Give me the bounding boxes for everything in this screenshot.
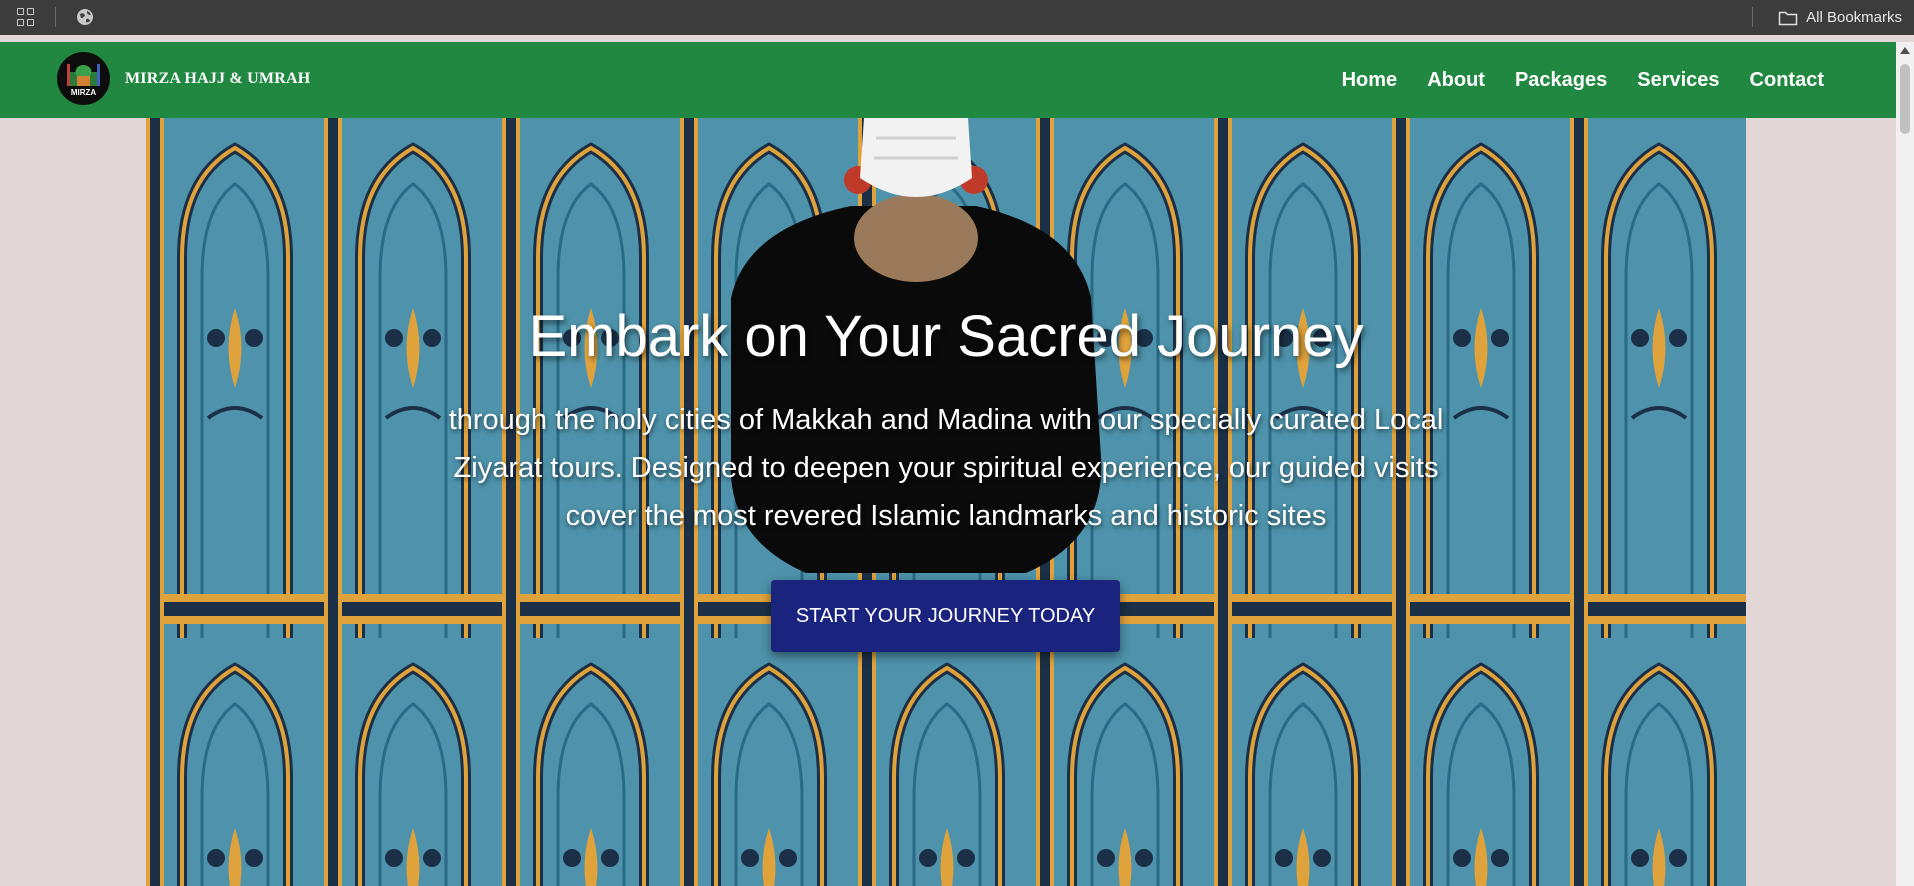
scroll-thumb[interactable] <box>1900 64 1910 134</box>
site-logo[interactable]: MIRZA <box>57 52 110 105</box>
hero-description: through the holy cities of Makkah and Ma… <box>448 404 1444 532</box>
logo-wordmark: MIRZA <box>71 88 97 97</box>
nav-links: Home About Packages Services Contact <box>1342 42 1824 118</box>
nav-packages-link[interactable]: Packages <box>1515 69 1607 92</box>
all-bookmarks-label: All Bookmarks <box>1806 9 1902 26</box>
scroll-up-arrow-icon[interactable] <box>1900 47 1910 54</box>
nav-home-link[interactable]: Home <box>1342 69 1398 92</box>
folder-icon <box>1778 11 1798 25</box>
brand-name[interactable]: MIRZA HAJJ & UMRAH <box>125 70 310 88</box>
bar-divider <box>1752 7 1753 27</box>
globe-icon[interactable] <box>76 8 94 26</box>
browser-bookmarks-bar: All Bookmarks <box>0 0 1914 35</box>
hero-section: Embark on Your Sacred Journey through th… <box>146 118 1746 886</box>
start-journey-button[interactable]: START YOUR JOURNEY TODAY <box>771 580 1120 652</box>
apps-grid-icon[interactable] <box>17 8 35 26</box>
hero-content: Embark on Your Sacred Journey through th… <box>146 118 1746 886</box>
all-bookmarks-button[interactable]: All Bookmarks <box>1778 0 1902 35</box>
mosque-logo-icon: MIRZA <box>67 64 100 97</box>
nav-contact-link[interactable]: Contact <box>1750 69 1824 92</box>
site-navbar: MIRZA MIRZA HAJJ & UMRAH Home About Pack… <box>0 42 1896 118</box>
bar-divider <box>55 7 56 27</box>
nav-services-link[interactable]: Services <box>1637 69 1719 92</box>
page-scrollbar[interactable] <box>1896 42 1914 886</box>
nav-about-link[interactable]: About <box>1427 69 1485 92</box>
hero-title: Embark on Your Sacred Journey <box>528 304 1364 369</box>
